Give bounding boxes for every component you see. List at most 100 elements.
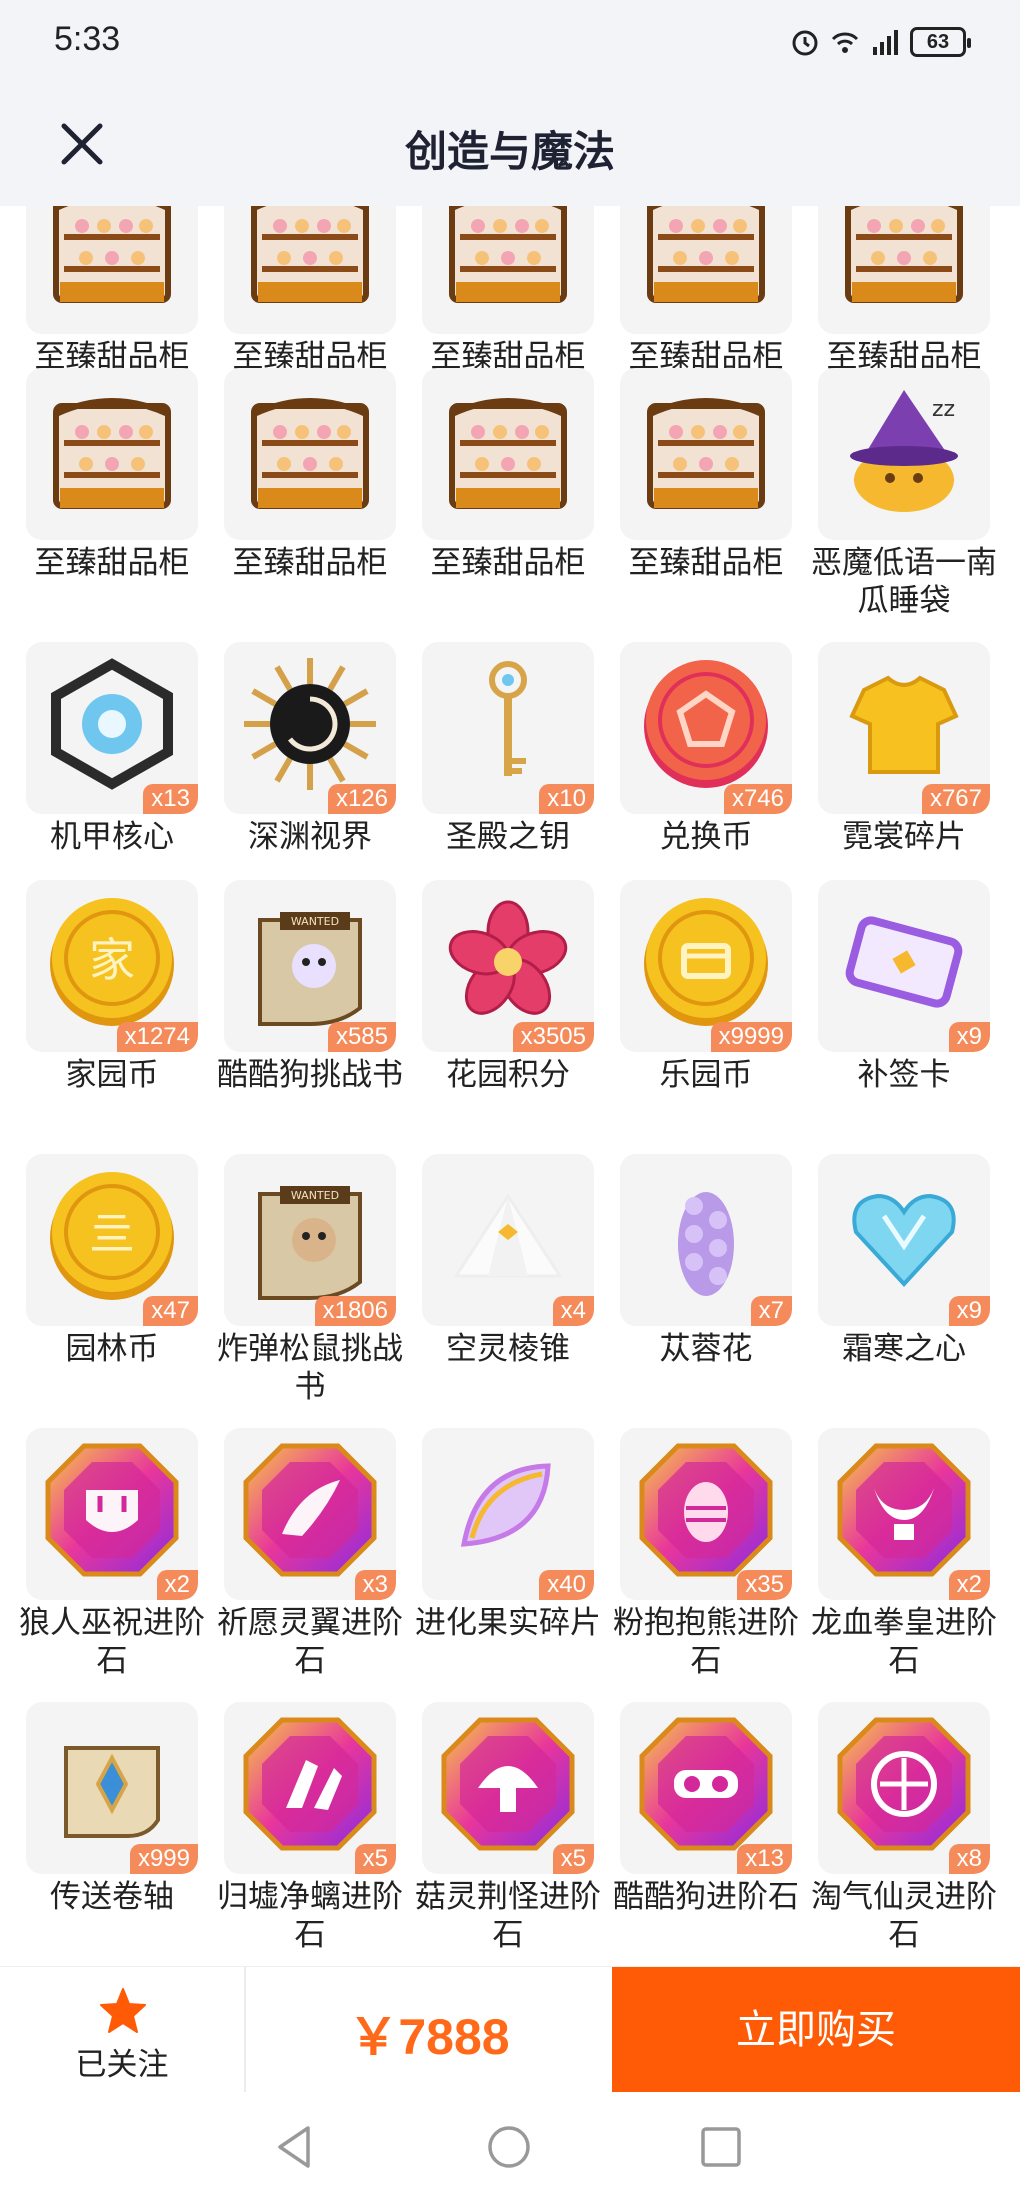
alarm-icon xyxy=(792,30,818,56)
pumpkin-sleeping-bag-icon: zz xyxy=(850,390,958,512)
item-thumbnail xyxy=(26,368,198,540)
item-name: 祈愿灵翼进阶石 xyxy=(217,1605,403,1679)
item-count-badge: x35 xyxy=(737,1570,792,1600)
item-count-badge: x10 xyxy=(539,784,594,814)
ethereal-pyramid-icon xyxy=(453,1193,563,1278)
gem-egg-icon xyxy=(639,1443,773,1577)
item-count-badge: x47 xyxy=(143,1296,198,1326)
item-thumbnail xyxy=(224,206,396,334)
item-thumbnail xyxy=(620,368,792,540)
clothing-shard-icon xyxy=(849,675,959,774)
follow-button[interactable]: 已关注 xyxy=(0,1967,244,2093)
item-thumbnail: zz xyxy=(818,368,990,540)
item-thumbnail: x35 xyxy=(620,1428,792,1600)
item-thumbnail: x999 xyxy=(26,1702,198,1874)
dessert-cabinet-icon xyxy=(53,206,171,303)
item-thumbnail: x13 xyxy=(620,1702,792,1874)
gem-mushroom-icon xyxy=(441,1717,575,1851)
gem-claw-icon xyxy=(243,1717,377,1851)
item-thumbnail: x746 xyxy=(620,642,792,814)
item-count-badge: x746 xyxy=(723,784,792,814)
item-name: 空灵棱锥 xyxy=(446,1331,570,1367)
svg-text:家: 家 xyxy=(89,933,135,987)
home-icon[interactable] xyxy=(484,2122,534,2172)
item-thumbnail: x13 xyxy=(26,642,198,814)
item-thumbnail: x767 xyxy=(818,642,990,814)
bottom-action-bar: 已关注 ￥7888 立即购买 xyxy=(0,1966,1020,2093)
abyss-vision-icon xyxy=(244,658,376,790)
dessert-cabinet-icon xyxy=(449,206,567,303)
item-thumbnail: x3505 xyxy=(422,880,594,1052)
item-thumbnail xyxy=(818,206,990,334)
dessert-cabinet-icon xyxy=(647,206,765,303)
system-nav-bar xyxy=(0,2092,1020,2202)
svg-text:zz: zz xyxy=(932,397,955,422)
resign-card-icon xyxy=(845,916,963,1008)
item-count-badge: x2 xyxy=(948,1570,990,1600)
garden-flower-icon xyxy=(448,900,568,1015)
item-name: 龙血拳皇进阶石 xyxy=(811,1605,997,1679)
gem-fairy-icon xyxy=(837,1717,971,1851)
item-thumbnail: x40 xyxy=(422,1428,594,1600)
item-name: 霓裳碎片 xyxy=(842,819,966,855)
gem-wing-icon xyxy=(243,1443,377,1577)
svg-text:WANTED: WANTED xyxy=(291,1189,339,1202)
back-icon[interactable] xyxy=(270,2122,320,2172)
item-thumbnail xyxy=(422,206,594,334)
item-thumbnail: x3 xyxy=(224,1428,396,1600)
item-count-badge: x999 xyxy=(129,1844,198,1874)
status-time: 5:33 xyxy=(54,20,121,58)
item-list[interactable]: 至臻甜品柜 至臻甜品柜 至臻甜品柜 至臻甜品柜 至臻甜品柜 至臻甜品柜 至臻甜品柜 至臻甜品柜… xyxy=(0,206,1020,1966)
item-name: 至臻甜品柜 xyxy=(430,545,586,581)
item-thumbnail: WANTED x1806 xyxy=(224,1154,396,1326)
price: ￥7888 xyxy=(348,2009,510,2065)
home-coin-icon: 家 xyxy=(50,898,174,1026)
item-count-badge: x5 xyxy=(552,1844,594,1874)
paradise-coin-icon xyxy=(644,898,768,1026)
item-name: 菇灵荆怪进阶石 xyxy=(415,1879,601,1953)
dessert-cabinet-icon xyxy=(647,398,765,509)
temple-key-icon xyxy=(489,661,527,776)
item-name: 淘气仙灵进阶石 xyxy=(811,1879,997,1953)
dessert-cabinet-icon xyxy=(449,398,567,509)
item-name: 至臻甜品柜 xyxy=(628,545,784,581)
item-name: 家园币 xyxy=(65,1057,159,1093)
item-thumbnail xyxy=(620,206,792,334)
recents-icon[interactable] xyxy=(696,2122,746,2172)
status-bar: 5:33 63 xyxy=(0,0,1020,84)
cistanche-flower-icon xyxy=(678,1192,734,1296)
item-name: 至臻甜品柜 xyxy=(232,545,388,581)
item-count-badge: x9999 xyxy=(710,1022,792,1052)
item-name: 补签卡 xyxy=(857,1057,951,1093)
item-name: 兑换币 xyxy=(659,819,753,855)
item-thumbnail: x9999 xyxy=(620,880,792,1052)
wanted-scroll-dog-icon: WANTED xyxy=(258,912,362,1026)
page-title: 创造与魔法 xyxy=(404,127,615,176)
item-count-badge: x9 xyxy=(948,1022,990,1052)
top-header: 创造与魔法 xyxy=(0,84,1020,206)
item-count-badge: x40 xyxy=(539,1570,594,1600)
item-count-badge: x4 xyxy=(552,1296,594,1326)
item-name: 传送卷轴 xyxy=(50,1879,174,1915)
item-count-badge: x13 xyxy=(143,784,198,814)
item-thumbnail: x9 xyxy=(818,880,990,1052)
item-count-badge: x585 xyxy=(327,1022,396,1052)
item-count-badge: x7 xyxy=(750,1296,792,1326)
item-name: 花园积分 xyxy=(446,1057,570,1093)
item-name: 恶魔低语一南瓜睡袋 xyxy=(811,545,997,619)
svg-text:亖: 亖 xyxy=(89,1207,135,1261)
item-name: 进化果实碎片 xyxy=(415,1605,601,1641)
item-count-badge: x3 xyxy=(354,1570,396,1600)
item-count-badge: x13 xyxy=(737,1844,792,1874)
follow-label: 已关注 xyxy=(75,2047,169,2083)
item-thumbnail xyxy=(26,206,198,334)
item-name: 圣殿之钥 xyxy=(446,819,570,855)
item-thumbnail: x4 xyxy=(422,1154,594,1326)
item-name: 酷酷狗挑战书 xyxy=(217,1057,403,1093)
buy-now-button[interactable]: 立即购买 xyxy=(612,1967,1020,2093)
item-count-badge: x9 xyxy=(948,1296,990,1326)
signal-icon xyxy=(873,30,898,55)
dessert-cabinet-icon xyxy=(251,398,369,509)
item-thumbnail: x2 xyxy=(26,1428,198,1600)
gem-horns-icon xyxy=(837,1443,971,1577)
